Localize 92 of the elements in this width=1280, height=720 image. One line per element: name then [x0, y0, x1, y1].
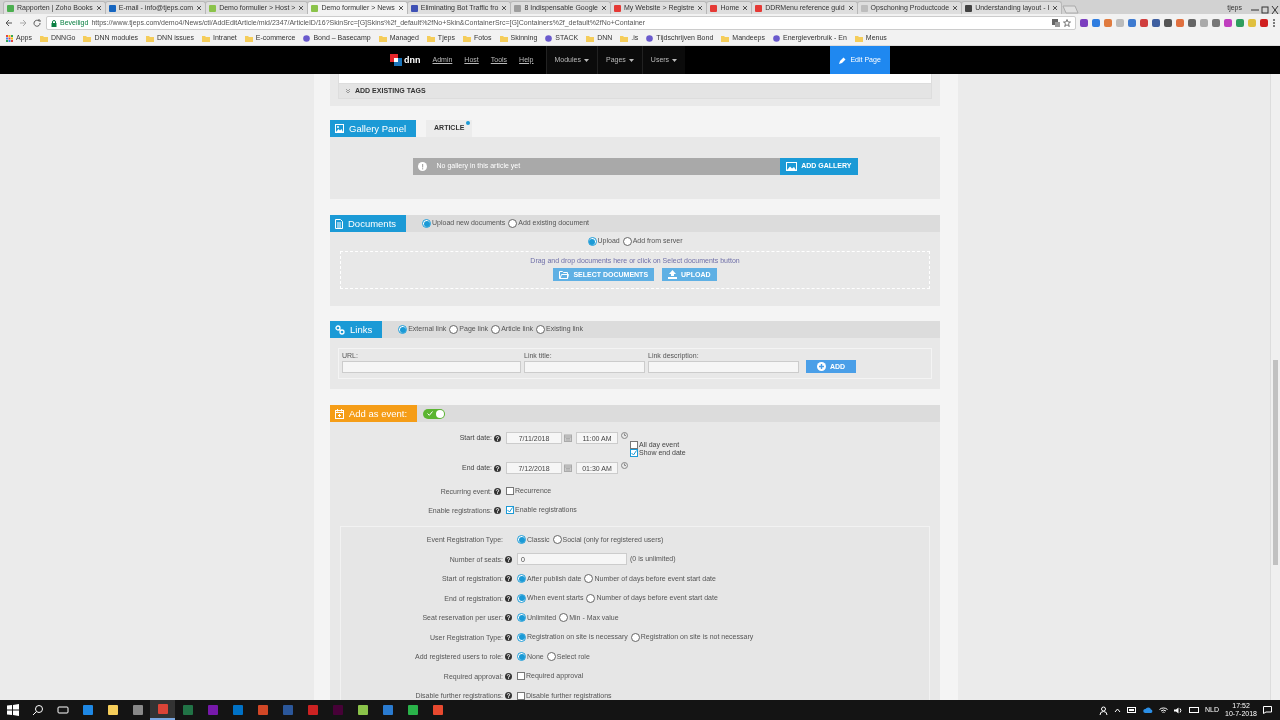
upload-icon — [668, 270, 678, 280]
document-icon — [335, 218, 343, 229]
check-icon — [507, 507, 513, 514]
chevron-up-icon[interactable] — [1114, 707, 1122, 713]
app-icon[interactable] — [131, 704, 144, 716]
task-view-icon[interactable] — [56, 704, 69, 716]
search-icon[interactable] — [31, 704, 44, 716]
folder-icon — [426, 35, 435, 42]
minimize-icon[interactable] — [1250, 6, 1260, 14]
app-icon[interactable] — [356, 704, 369, 716]
scrollbar[interactable] — [1270, 74, 1280, 700]
folder-icon — [499, 35, 508, 42]
folder-icon — [378, 35, 387, 42]
star-icon[interactable] — [1063, 19, 1071, 27]
close-icon[interactable] — [1052, 5, 1059, 11]
folder-icon — [244, 35, 253, 42]
folder-icon — [463, 35, 471, 42]
volume-icon[interactable] — [1174, 706, 1184, 714]
back-icon[interactable] — [4, 18, 14, 28]
notification-dot — [466, 121, 471, 125]
pencil-icon — [839, 56, 847, 64]
app-icon[interactable] — [81, 704, 94, 716]
help-icon — [494, 488, 501, 495]
caret-icon — [628, 58, 634, 62]
site-icon — [545, 35, 553, 42]
logo[interactable]: dnn — [390, 46, 421, 74]
site-icon — [646, 35, 654, 42]
windows-icon[interactable] — [6, 704, 19, 716]
tags-input-area[interactable] — [338, 74, 932, 84]
keyboard-icon[interactable] — [1189, 707, 1200, 713]
chevron-icon — [345, 88, 351, 94]
app-icon[interactable] — [406, 704, 419, 716]
folder-icon — [146, 35, 155, 42]
close-icon[interactable] — [298, 5, 305, 11]
wifi-icon[interactable] — [1159, 706, 1169, 714]
site-icon — [773, 35, 780, 42]
folder-icon — [559, 270, 570, 279]
input-field[interactable] — [524, 361, 645, 374]
check-icon — [427, 411, 434, 416]
input-field[interactable] — [648, 361, 799, 374]
calendar-icon — [335, 408, 344, 419]
help-icon — [494, 507, 501, 514]
close-icon[interactable] — [95, 5, 102, 11]
close-icon[interactable] — [847, 5, 854, 11]
image-icon — [335, 124, 344, 133]
translate-icon[interactable] — [1052, 19, 1060, 27]
forward-icon[interactable] — [18, 18, 28, 28]
close-icon[interactable] — [397, 5, 404, 11]
folder-icon — [586, 35, 595, 42]
section-title: Links — [330, 321, 383, 338]
close-icon[interactable] — [952, 5, 959, 11]
folder-icon — [83, 35, 92, 42]
people-icon[interactable] — [1099, 705, 1109, 715]
folder-icon — [721, 35, 730, 42]
caret-icon — [672, 58, 678, 62]
alert-icon — [417, 162, 427, 171]
lock-icon — [51, 19, 57, 27]
image-icon — [786, 162, 798, 171]
site-icon — [303, 35, 311, 42]
section-title: Documents — [330, 215, 407, 232]
reload-icon[interactable] — [32, 18, 42, 28]
clock-icon[interactable] — [621, 462, 628, 469]
maximize-icon[interactable] — [1260, 6, 1270, 14]
plus-icon — [816, 362, 826, 372]
folder-icon — [854, 35, 863, 42]
cloud-icon[interactable] — [1143, 707, 1154, 713]
check-icon — [631, 450, 637, 456]
folder-icon — [202, 35, 210, 42]
caret-icon — [583, 58, 589, 62]
close-icon[interactable] — [742, 5, 749, 11]
app-icon[interactable] — [106, 704, 119, 716]
folder-icon — [620, 35, 629, 42]
folder-icon — [39, 35, 48, 42]
toggle-switch[interactable] — [423, 408, 446, 419]
clock-icon[interactable] — [621, 432, 628, 439]
section-title: Add as event: — [330, 405, 418, 422]
link-icon — [335, 324, 345, 335]
scrollbar-thumb[interactable] — [1273, 360, 1278, 565]
close-icon[interactable] — [1270, 6, 1280, 14]
notification-icon[interactable] — [1263, 706, 1272, 714]
battery-icon[interactable] — [1127, 707, 1138, 713]
close-icon[interactable] — [601, 5, 607, 11]
apps-icon — [6, 35, 13, 42]
help-icon — [494, 464, 501, 472]
close-icon[interactable] — [196, 5, 203, 11]
close-icon[interactable] — [501, 5, 508, 11]
help-icon — [494, 434, 501, 442]
menu-icon[interactable] — [1272, 18, 1276, 28]
logo-mark-icon — [390, 54, 402, 66]
section-title: Gallery Panel — [330, 120, 417, 137]
input-field[interactable] — [342, 361, 521, 374]
close-icon[interactable] — [697, 5, 704, 11]
